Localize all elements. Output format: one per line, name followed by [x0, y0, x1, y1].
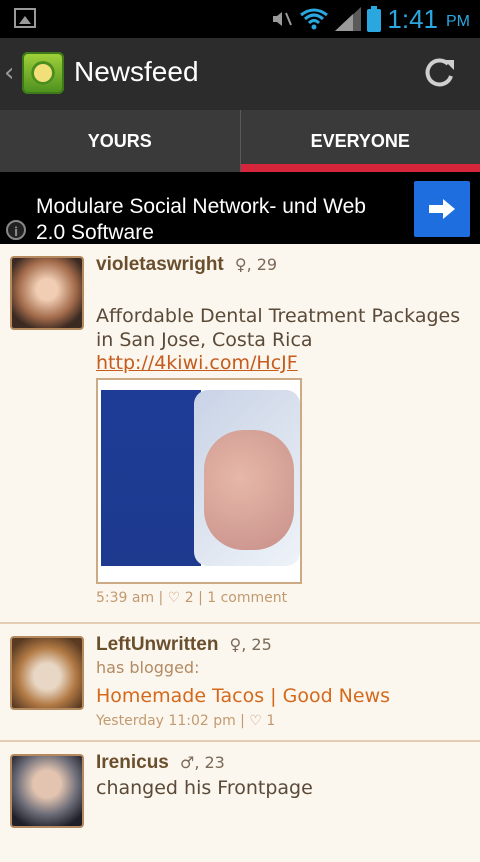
username[interactable]: Irenicus [96, 752, 169, 773]
back-chevron-icon[interactable]: ‹ [4, 58, 14, 88]
post-meta[interactable]: 5:39 am | ♡ 2 | 1 comment [96, 590, 466, 606]
post-link[interactable]: http://4kiwi.com/HcJF [96, 352, 298, 374]
avatar[interactable] [10, 256, 84, 330]
tab-bar: YOURS EVERYONE [0, 110, 480, 172]
battery-icon [367, 6, 381, 32]
gender-symbol: ♂ [180, 753, 194, 772]
list-item[interactable]: LeftUnwritten ♀, 25 has blogged: Homemad… [0, 624, 480, 742]
action-bar: ‹ Newsfeed [0, 38, 480, 110]
status-bar: 1:41 PM [0, 0, 480, 38]
age: , 25 [241, 635, 272, 654]
refresh-icon[interactable] [418, 54, 458, 94]
tab-everyone[interactable]: EVERYONE [240, 110, 480, 172]
avatar[interactable] [10, 636, 84, 710]
app-logo-icon[interactable] [22, 52, 64, 94]
username[interactable]: violetaswright [96, 254, 224, 275]
post-text: Affordable Dental Treatment Packages in … [96, 304, 466, 352]
wifi-icon [299, 7, 329, 31]
gender-symbol: ♀ [230, 635, 242, 654]
list-item[interactable]: violetaswright ♀, 29 Affordable Dental T… [0, 244, 480, 624]
activity-subtitle: has blogged: [96, 658, 466, 677]
post-text: changed his Frontpage [96, 776, 466, 800]
blog-link[interactable]: Homemade Tacos | Good News [96, 685, 466, 707]
info-icon[interactable]: i [6, 220, 26, 240]
list-item[interactable]: Irenicus ♂, 23 changed his Frontpage [0, 742, 480, 862]
status-time: 1:41 [387, 4, 438, 35]
tab-yours[interactable]: YOURS [0, 110, 240, 172]
newsfeed-list: violetaswright ♀, 29 Affordable Dental T… [0, 244, 480, 862]
post-image[interactable] [96, 378, 302, 584]
signal-icon [335, 7, 361, 31]
mute-icon [269, 7, 293, 31]
age: , 29 [247, 255, 278, 274]
post-meta[interactable]: Yesterday 11:02 pm | ♡ 1 [96, 713, 466, 729]
gender-symbol: ♀ [235, 255, 247, 274]
page-title: Newsfeed [74, 56, 199, 88]
image-icon [14, 8, 36, 28]
ad-banner[interactable]: Modulare Social Network- und Web 2.0 Sof… [0, 172, 480, 244]
arrow-right-icon[interactable] [414, 181, 470, 237]
ad-text[interactable]: Modulare Social Network- und Web 2.0 Sof… [36, 194, 396, 244]
avatar[interactable] [10, 754, 84, 828]
status-ampm: PM [446, 13, 470, 31]
age: , 23 [194, 753, 225, 772]
username[interactable]: LeftUnwritten [96, 634, 218, 655]
